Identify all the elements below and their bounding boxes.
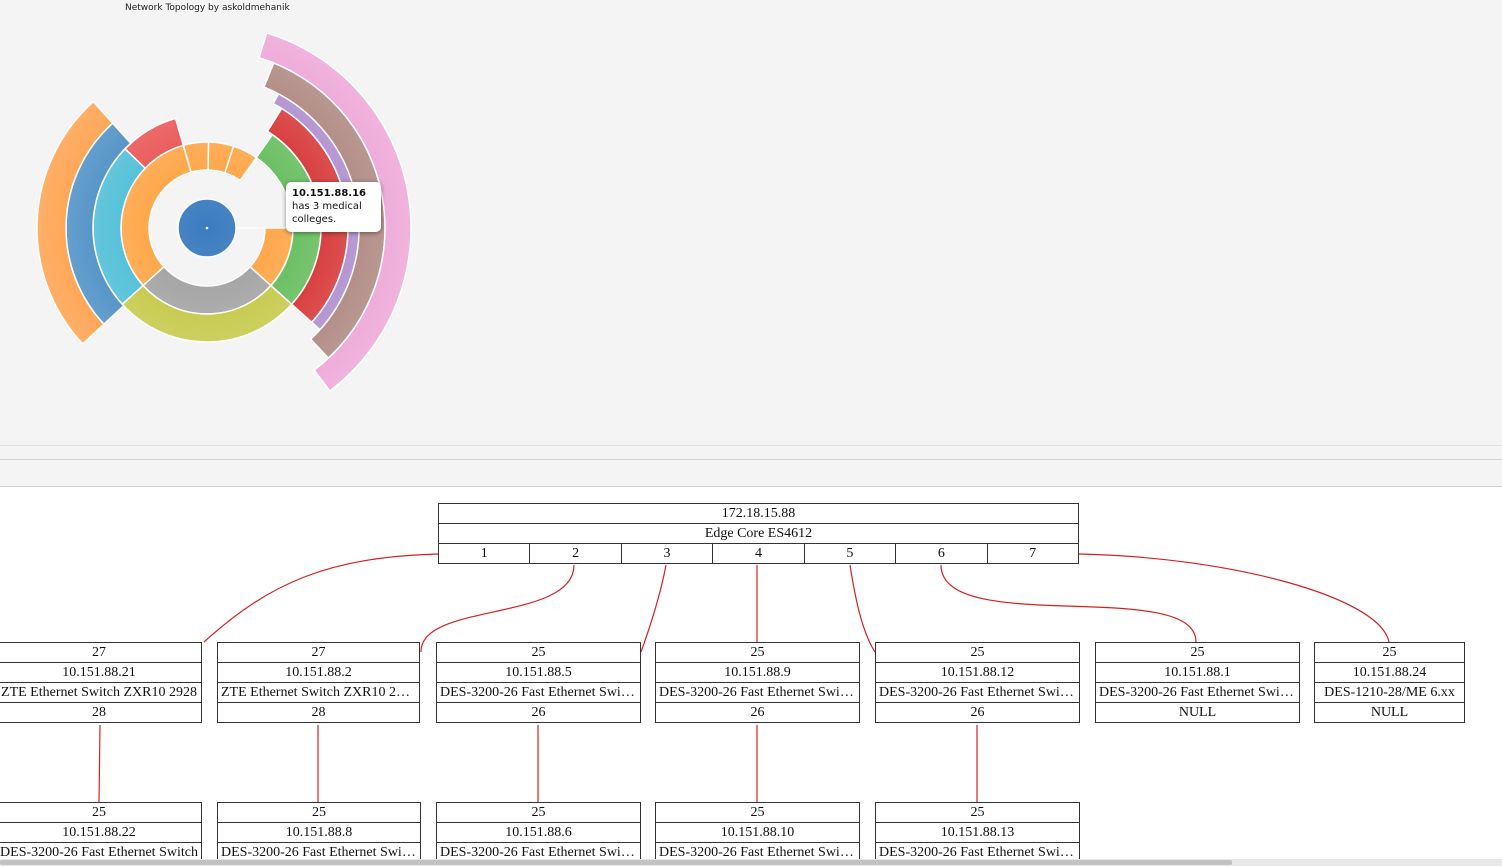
node-ip: 10.151.88.2 <box>217 662 420 683</box>
port-in: 25 <box>436 642 641 663</box>
root-port[interactable]: 5 <box>803 543 897 564</box>
sunburst-center-dot <box>205 226 209 230</box>
grandchild-node[interactable]: 25 10.151.88.10 DES-3200-26 Fast Etherne… <box>655 802 860 863</box>
node-ip: 10.151.88.13 <box>875 822 1080 843</box>
divider <box>0 446 1502 460</box>
sunburst-chart[interactable] <box>0 0 1502 445</box>
port-out: NULL <box>1314 702 1465 723</box>
port-in: 25 <box>217 802 421 823</box>
node-ip: 10.151.88.10 <box>655 822 860 843</box>
root-port[interactable]: 3 <box>620 543 714 564</box>
root-node[interactable]: 172.18.15.88 Edge Core ES4612 1 2 3 4 5 … <box>437 503 1080 564</box>
node-model: ZTE Ethernet Switch ZXR10 2928 <box>217 682 420 703</box>
port-in: 25 <box>436 802 641 823</box>
root-port[interactable]: 6 <box>895 543 988 564</box>
child-node[interactable]: 25 10.151.88.1 DES-3200-26 Fast Ethernet… <box>1095 642 1300 723</box>
link-line <box>940 564 1197 643</box>
port-out: 26 <box>436 702 641 723</box>
node-model: ZTE Ethernet Switch ZXR10 2928 <box>0 682 202 703</box>
port-in: 25 <box>655 802 860 823</box>
node-ip: 10.151.88.8 <box>217 822 421 843</box>
node-model: DES-3200-26 Fast Ethernet Switch <box>1095 682 1300 703</box>
root-ip: 172.18.15.88 <box>438 503 1079 524</box>
node-ip: 10.151.88.22 <box>0 822 202 843</box>
port-out: 26 <box>655 702 860 723</box>
link-line <box>640 564 667 653</box>
child-node[interactable]: 25 10.151.88.12 DES-3200-26 Fast Etherne… <box>875 642 1080 723</box>
node-model: DES-3200-26 Fast Ethernet Switch <box>655 682 860 703</box>
node-ip: 10.151.88.9 <box>655 662 860 683</box>
root-port[interactable]: 1 <box>437 543 531 564</box>
port-in: 25 <box>1314 642 1465 663</box>
grandchild-node[interactable]: 25 10.151.88.13 DES-3200-26 Fast Etherne… <box>875 802 1080 863</box>
child-node[interactable]: 25 10.151.88.5 DES-3200-26 Fast Ethernet… <box>436 642 641 723</box>
link-line <box>1078 553 1390 643</box>
grandchild-node[interactable]: 25 10.151.88.6 DES-3200-26 Fast Ethernet… <box>436 802 641 863</box>
node-ip: 10.151.88.1 <box>1095 662 1300 683</box>
tooltip: 10.151.88.16 has 3 medical colleges. <box>286 182 381 232</box>
tooltip-host: 10.151.88.16 <box>292 188 367 199</box>
port-in: 25 <box>1095 642 1300 663</box>
root-port[interactable]: 2 <box>529 543 622 564</box>
topology-panel[interactable]: 172.18.15.88 Edge Core ES4612 1 2 3 4 5 … <box>0 486 1502 867</box>
link-line <box>98 724 101 803</box>
grandchild-node[interactable]: 25 10.151.88.8 DES-3200-26 Fast Ethernet… <box>217 802 421 863</box>
sunburst-panel: Network Topology by askoldmehanik 10.151… <box>0 0 1502 446</box>
grandchild-node[interactable]: 25 10.151.88.22 DES-3200-26 Fast Etherne… <box>0 802 202 863</box>
link-line <box>420 564 575 653</box>
tooltip-text: has 3 medical colleges. <box>292 201 362 225</box>
root-port[interactable]: 4 <box>712 543 805 564</box>
node-ip: 10.151.88.21 <box>0 662 202 683</box>
node-ip: 10.151.88.24 <box>1314 662 1465 683</box>
port-in: 27 <box>217 642 420 663</box>
port-in: 25 <box>875 642 1080 663</box>
port-out: NULL <box>1095 702 1300 723</box>
scrollbar-thumb[interactable] <box>0 860 1232 865</box>
port-in: 27 <box>0 642 202 663</box>
child-node[interactable]: 27 10.151.88.2 ZTE Ethernet Switch ZXR10… <box>217 642 420 723</box>
child-node[interactable]: 25 10.151.88.9 DES-3200-26 Fast Ethernet… <box>655 642 860 723</box>
port-in: 25 <box>0 802 202 823</box>
node-model: DES-3200-26 Fast Ethernet Switch <box>875 682 1080 703</box>
node-model: DES-3200-26 Fast Ethernet Switch <box>436 682 641 703</box>
node-ip: 10.151.88.12 <box>875 662 1080 683</box>
child-node[interactable]: 27 10.151.88.21 ZTE Ethernet Switch ZXR1… <box>0 642 202 723</box>
port-in: 25 <box>655 642 860 663</box>
port-out: 28 <box>0 702 202 723</box>
port-in: 25 <box>875 802 1080 823</box>
child-node[interactable]: 25 10.151.88.24 DES-1210-28/ME 6.xx NULL <box>1314 642 1465 723</box>
port-out: 26 <box>875 702 1080 723</box>
root-model: Edge Core ES4612 <box>438 523 1079 544</box>
node-ip: 10.151.88.5 <box>436 662 641 683</box>
node-ip: 10.151.88.6 <box>436 822 641 843</box>
horizontal-scrollbar[interactable] <box>0 859 1502 866</box>
root-port[interactable]: 7 <box>986 543 1080 564</box>
link-line <box>203 553 439 643</box>
link-line <box>849 564 876 653</box>
node-model: DES-1210-28/ME 6.xx <box>1314 682 1465 703</box>
port-out: 28 <box>217 702 420 723</box>
